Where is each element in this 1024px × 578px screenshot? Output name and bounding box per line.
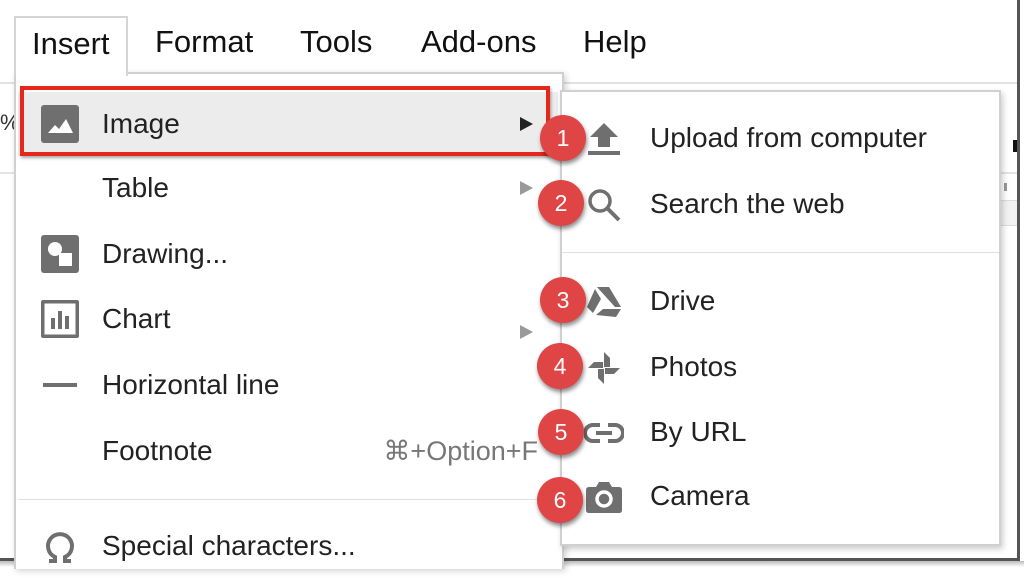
annotation-badge: 3 (540, 277, 586, 323)
menu-tools[interactable]: Tools (284, 16, 388, 68)
menu-item-special-characters[interactable]: Special characters... (18, 514, 558, 578)
submenu-item-label: Photos (650, 351, 738, 382)
omega-icon (40, 526, 80, 566)
menu-item-table[interactable]: Table (18, 156, 558, 220)
menu-separator (562, 252, 999, 253)
menu-item-drawing[interactable]: Drawing... (18, 222, 558, 286)
menu-item-label: Table (102, 172, 169, 203)
menu-bar: Insert Format Tools Add-ons Help (0, 0, 1017, 82)
annotation-badge: 5 (538, 409, 584, 455)
menu-item-label: Horizontal line (102, 369, 280, 400)
ruler-segment (1000, 200, 1017, 226)
photos-icon (584, 348, 624, 388)
submenu-item-drive[interactable]: Drive (562, 271, 999, 333)
submenu-item-label: Camera (650, 480, 750, 511)
horizontal-line-icon (40, 365, 80, 405)
annotation-badge: 4 (537, 343, 583, 389)
annotation-badge: 2 (538, 180, 584, 226)
submenu-item-label: By URL (650, 416, 747, 447)
menu-item-label: Special characters... (102, 530, 356, 561)
submenu-arrow-icon (520, 181, 533, 195)
ruler-tick (1004, 183, 1007, 191)
menu-format[interactable]: Format (139, 16, 269, 68)
menu-separator (18, 499, 560, 500)
link-icon (584, 413, 624, 453)
menu-item-label: Chart (102, 303, 171, 334)
menu-item-horizontal-line[interactable]: Horizontal line (18, 353, 558, 417)
menu-item-label: Image (102, 108, 180, 139)
submenu-item-by-url[interactable]: By URL (562, 402, 999, 464)
submenu-arrow-icon (520, 325, 533, 339)
image-submenu: Upload from computer Search the web Driv… (560, 90, 1001, 546)
annotation-badge: 6 (537, 477, 583, 523)
menu-add-ons[interactable]: Add-ons (405, 16, 552, 68)
shortcut-label: ⌘+Option+F (383, 435, 538, 466)
drawing-icon (40, 234, 80, 274)
menu-item-label: Drawing... (102, 238, 229, 269)
menu-insert[interactable]: Insert (14, 16, 128, 76)
submenu-item-label: Upload from computer (650, 122, 928, 153)
submenu-arrow-icon (520, 117, 533, 131)
submenu-item-photos[interactable]: Photos (562, 337, 999, 399)
insert-menu: Image Table Drawing... Chart Horizontal … (14, 72, 564, 569)
annotation-badge: 1 (540, 115, 586, 161)
menu-help[interactable]: Help (567, 16, 663, 68)
chart-icon (40, 299, 80, 339)
submenu-item-camera[interactable]: Camera (562, 466, 999, 528)
submenu-item-label: Search the web (650, 188, 845, 219)
menu-item-label: Footnote (102, 435, 213, 466)
search-icon (584, 185, 624, 225)
image-icon (40, 104, 80, 144)
menu-item-image[interactable]: Image (18, 92, 558, 156)
menu-item-chart[interactable]: Chart (18, 287, 558, 351)
submenu-item-upload[interactable]: Upload from computer (562, 108, 999, 170)
upload-icon (584, 119, 624, 159)
submenu-item-label: Drive (650, 285, 716, 316)
camera-icon (584, 477, 624, 517)
drive-icon (584, 282, 624, 322)
submenu-item-search-web[interactable]: Search the web (562, 174, 999, 236)
frame-border (1017, 0, 1020, 560)
menu-item-footnote[interactable]: Footnote ⌘+Option+F (18, 419, 558, 483)
